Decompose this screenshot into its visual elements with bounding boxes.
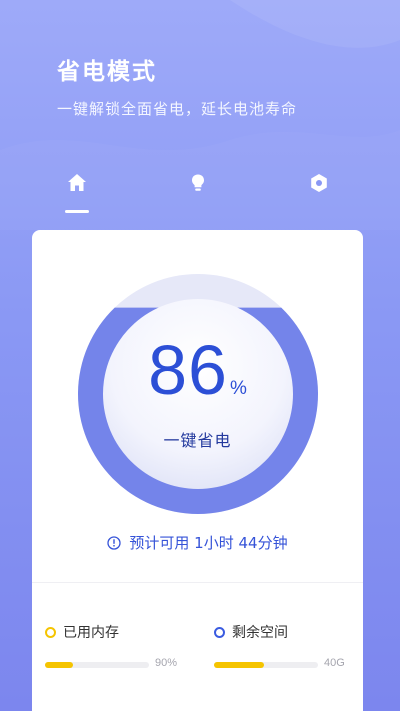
page-subtitle: 一键解锁全面省电，延长电池寿命: [57, 100, 298, 118]
usage-estimate: 预计可用 1小时 44分钟: [32, 532, 363, 553]
tab-bar: [0, 172, 400, 216]
storage-progress-fill: [214, 662, 264, 668]
tab-home[interactable]: [57, 172, 97, 212]
memory-dot-icon: [45, 626, 56, 638]
active-tab-indicator: [65, 210, 89, 213]
battery-percent: 86%: [32, 330, 363, 410]
storage-label: 剩余空间: [232, 625, 288, 641]
header: 省电模式: [57, 52, 157, 86]
storage-progress-bar: [214, 662, 318, 668]
usage-estimate-text: 预计可用 1小时 44分钟: [129, 534, 288, 552]
info-circle-icon: [107, 535, 122, 550]
memory-value: 90%: [155, 657, 178, 669]
one-key-save-button[interactable]: 一键省电: [32, 427, 363, 451]
lightbulb-icon: [192, 174, 204, 191]
storage-dot-icon: [214, 626, 225, 638]
memory-progress-bar: [45, 662, 149, 668]
tab-settings[interactable]: [299, 172, 339, 212]
hexagon-settings-icon: [311, 174, 327, 192]
battery-percent-value: 86: [148, 331, 228, 409]
battery-percent-unit: %: [229, 378, 247, 399]
storage-value: 40G: [324, 657, 345, 669]
tab-lightbulb[interactable]: [178, 172, 218, 212]
page-title: 省电模式: [57, 59, 157, 85]
memory-progress-fill: [45, 662, 74, 668]
home-icon: [68, 174, 86, 191]
storage-stat: 剩余空间 40G: [214, 622, 345, 669]
divider: [32, 582, 363, 583]
battery-card: 86% 一键省电 预计可用 1小时 44分钟 已用内存 90% 剩余空间 40G: [32, 230, 363, 711]
memory-label: 已用内存: [63, 625, 119, 641]
memory-stat: 已用内存 90%: [45, 622, 177, 669]
